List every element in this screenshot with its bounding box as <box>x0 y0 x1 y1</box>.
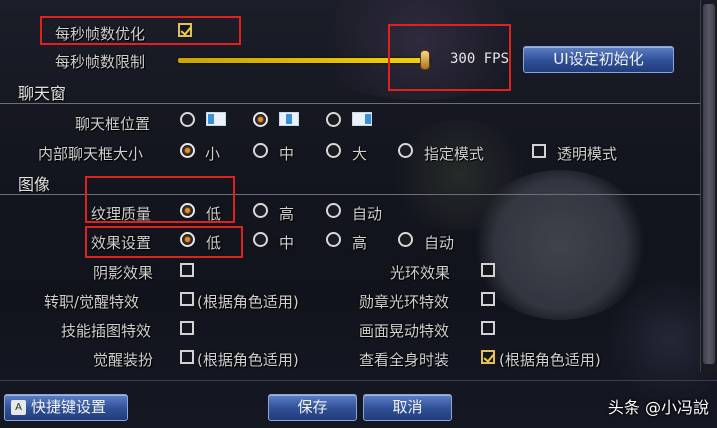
shadow-effect-checkbox[interactable] <box>180 263 194 277</box>
awaken-effect-checkbox[interactable] <box>180 292 194 306</box>
skill-art-checkbox[interactable] <box>180 321 194 335</box>
chat-transparent-checkbox[interactable] <box>532 144 546 158</box>
shortcut-settings-button[interactable]: A 快捷键设置 <box>4 394 128 421</box>
awaken-effect-note: (根据角色适用) <box>197 293 299 311</box>
effect-radio-low[interactable] <box>180 232 195 247</box>
full-costume-note: (根据角色适用) <box>499 351 601 369</box>
effect-radio-high[interactable] <box>326 232 341 247</box>
texture-radio-auto[interactable] <box>326 203 341 218</box>
chat-position-radio-left[interactable] <box>180 112 195 127</box>
chat-section-divider <box>0 103 700 104</box>
effect-high-label: 高 <box>352 234 368 252</box>
chat-section-title: 聊天窗 <box>18 84 67 103</box>
awaken-outfit-checkbox[interactable] <box>180 350 194 364</box>
chat-inner-size-label: 内部聊天框大小 <box>38 145 144 163</box>
chat-size-custom-label: 指定模式 <box>424 145 485 163</box>
awaken-effect-label: 转职/觉醒特效 <box>44 293 140 311</box>
chat-transparent-label: 透明模式 <box>557 145 618 163</box>
medal-halo-label: 勋章光环特效 <box>359 293 450 311</box>
screen-shake-label: 画面晃动特效 <box>359 322 450 340</box>
effect-settings-label: 效果设置 <box>91 234 152 252</box>
fps-optimize-checkbox[interactable] <box>178 23 192 37</box>
texture-radio-high[interactable] <box>253 203 268 218</box>
ui-reset-button[interactable]: UI设定初始化 <box>523 46 674 73</box>
full-costume-checkbox[interactable] <box>481 350 495 364</box>
fps-limit-label: 每秒帧数限制 <box>55 53 146 71</box>
texture-high-label: 高 <box>279 205 295 223</box>
texture-auto-label: 自动 <box>352 205 383 223</box>
awaken-outfit-label: 觉醒装扮 <box>93 351 154 369</box>
full-costume-label: 查看全身时装 <box>359 351 450 369</box>
texture-quality-label: 纹理质量 <box>91 205 152 223</box>
chat-size-small-label: 小 <box>205 145 221 163</box>
texture-radio-low[interactable] <box>180 203 195 218</box>
chat-position-radio-right[interactable] <box>326 112 341 127</box>
fps-optimize-label: 每秒帧数优化 <box>55 25 146 43</box>
chat-size-radio-small[interactable] <box>180 143 195 158</box>
halo-effect-label: 光环效果 <box>390 264 451 282</box>
chat-position-radio-center[interactable] <box>253 112 268 127</box>
effect-radio-auto[interactable] <box>398 232 413 247</box>
effect-auto-label: 自动 <box>424 234 455 252</box>
chat-size-large-label: 大 <box>352 145 368 163</box>
skill-art-label: 技能插图特效 <box>61 322 152 340</box>
effect-low-label: 低 <box>206 234 222 252</box>
fps-limit-value: 300 FPS <box>450 51 510 67</box>
footer-divider <box>0 380 717 381</box>
chat-size-radio-large[interactable] <box>326 143 341 158</box>
cancel-button[interactable]: 取消 <box>363 394 452 421</box>
shortcut-key-icon: A <box>11 400 26 415</box>
shadow-effect-label: 阴影效果 <box>93 264 154 282</box>
scrollbar-thumb[interactable] <box>703 4 715 364</box>
awaken-outfit-note: (根据角色适用) <box>197 351 299 369</box>
chat-position-label: 聊天框位置 <box>75 115 151 133</box>
chat-position-center-icon <box>279 112 299 126</box>
chat-size-medium-label: 中 <box>279 145 295 163</box>
fps-limit-slider-handle[interactable] <box>419 50 430 70</box>
chat-position-right-icon <box>352 112 372 126</box>
shortcut-settings-label: 快捷键设置 <box>31 398 107 416</box>
fps-limit-slider[interactable] <box>178 58 430 63</box>
chat-position-left-icon <box>206 112 226 126</box>
chat-size-radio-custom[interactable] <box>398 143 413 158</box>
medal-halo-checkbox[interactable] <box>481 292 495 306</box>
graphics-section-title: 图像 <box>18 175 51 194</box>
effect-medium-label: 中 <box>279 234 295 252</box>
graphics-section-divider <box>0 194 700 195</box>
texture-low-label: 低 <box>206 205 222 223</box>
chat-size-radio-medium[interactable] <box>253 143 268 158</box>
screen-shake-checkbox[interactable] <box>481 321 495 335</box>
save-button[interactable]: 保存 <box>268 394 357 421</box>
effect-radio-medium[interactable] <box>253 232 268 247</box>
watermark: 头条 @小冯說 <box>607 398 709 417</box>
settings-scrollbar[interactable] <box>700 0 717 372</box>
halo-effect-checkbox[interactable] <box>481 263 495 277</box>
